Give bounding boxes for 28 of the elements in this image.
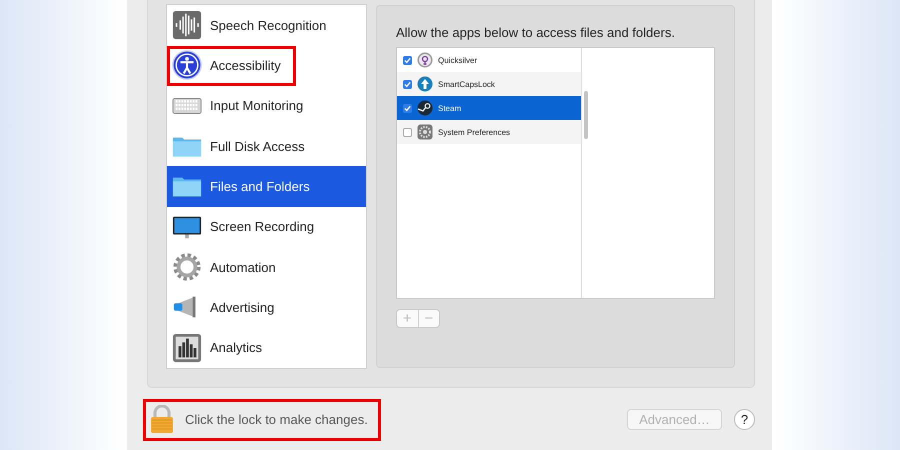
help-button[interactable]: ? [734,408,755,430]
checkbox[interactable] [403,128,412,136]
app-row[interactable]: SmartCapsLock [397,72,581,96]
gear-icon [417,124,433,140]
gear-icon [172,252,202,282]
category-item[interactable]: Speech Recognition [167,5,366,46]
app-row[interactable]: System Preferences [397,120,581,144]
lock-icon[interactable] [150,404,174,434]
accessibility-icon [172,50,202,80]
category-item[interactable]: Automation [167,246,366,288]
checkbox[interactable] [403,80,412,88]
category-item[interactable]: Advertising [167,287,366,328]
description-text: Allow the apps below to access files and folders. [396,25,676,40]
app-icon [417,52,433,68]
checkbox[interactable] [403,56,412,64]
checkbox[interactable] [403,104,412,112]
category-item[interactable]: Input Monitoring [167,86,366,126]
lock-message: Click the lock to make changes. [185,412,368,426]
category-item[interactable]: Analytics [167,328,366,368]
steam-icon [417,100,433,116]
bar-chart-icon [172,332,202,363]
category-item[interactable]: Full Disk Access [167,126,366,166]
category-item[interactable]: Files and Folders [167,166,366,207]
app-row[interactable]: Quicksilver [397,48,581,72]
waveform-icon [172,10,202,40]
category-item[interactable]: Screen Recording [167,206,366,247]
category-item[interactable]: Accessibility [167,45,366,86]
app-row[interactable]: Steam [397,96,581,120]
